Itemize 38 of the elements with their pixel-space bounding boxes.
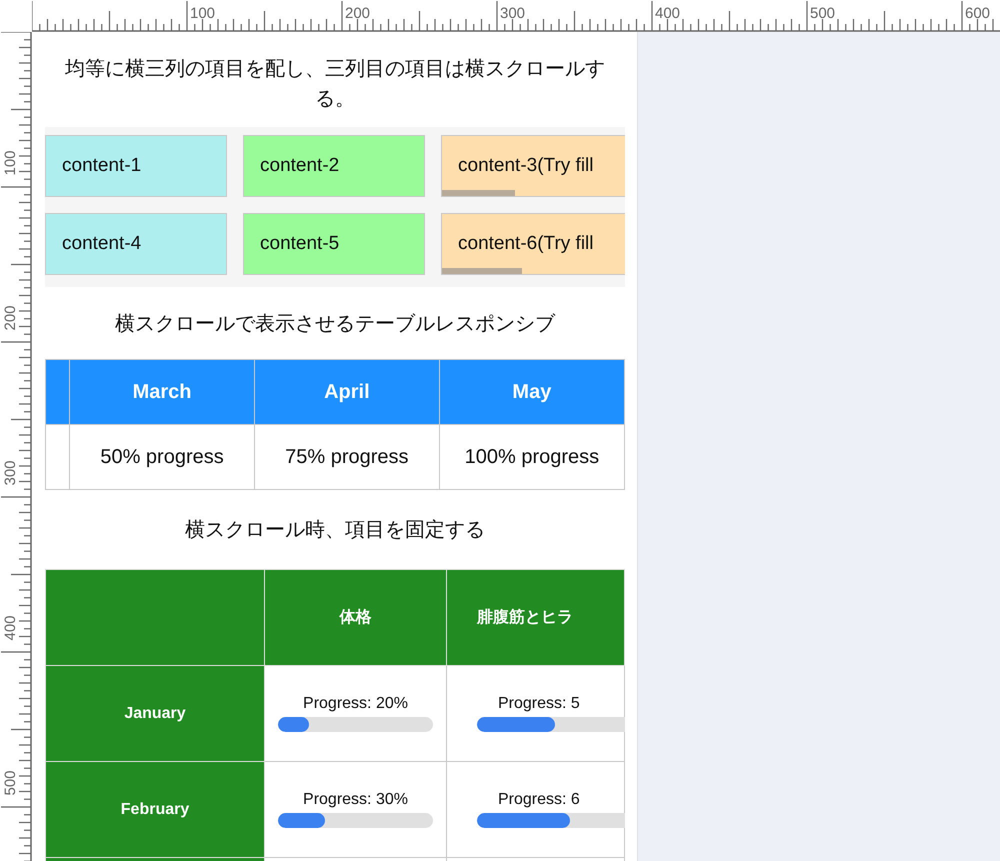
progress-label: Progress: 30% <box>303 791 408 809</box>
card-text: content-4 <box>62 233 142 255</box>
ruler-label: 200 <box>3 304 19 333</box>
table-header-cell <box>46 360 70 424</box>
ruler-label: 400 <box>3 614 19 643</box>
ruler-label: 100 <box>3 149 19 178</box>
card-text: content-5 <box>260 233 340 255</box>
table-header-cell: April <box>254 360 440 424</box>
table-cell <box>46 424 70 490</box>
ruler-label: 500 <box>810 6 836 22</box>
table-header-cell: March <box>70 360 254 424</box>
table-cell: 100% progress <box>439 424 624 490</box>
row-header-cell: January <box>46 666 264 762</box>
progress-label: Progress: 6 <box>497 791 580 809</box>
progress-label: Progress: 20% <box>303 695 408 713</box>
card-text: content-1 <box>62 155 142 177</box>
section-heading: 横スクロール時、項目を固定する <box>184 518 486 543</box>
table-cell: 50% progress <box>70 424 254 490</box>
section-heading: 均等に横三列の項目を配し、三列目の項目は横スクロールする。 <box>64 57 606 112</box>
table-header-cell: 体格 <box>264 570 446 666</box>
ruler-label: 500 <box>3 769 19 798</box>
table-header-cell: 腓腹筋とヒラ <box>446 570 624 666</box>
card-text: content-2 <box>260 155 340 177</box>
card-text: content-3(Try fill <box>458 155 594 177</box>
ruler-label: 100 <box>190 6 216 22</box>
scrollbar-thumb[interactable] <box>442 190 515 196</box>
ruler-label: 300 <box>500 6 526 22</box>
card-text: content-6(Try fill <box>458 233 594 255</box>
section-heading: 横スクロールで表示させるテーブルレスポンシブ <box>114 312 556 337</box>
table-header-cell: May <box>439 360 624 424</box>
row-header-cell: February <box>46 762 264 858</box>
ruler-label: 200 <box>345 6 370 22</box>
table-cell: 75% progress <box>254 424 440 490</box>
scrollbar-thumb[interactable] <box>442 268 522 274</box>
progress-label: Progress: 5 <box>497 695 580 713</box>
ruler-label: 300 <box>3 459 19 488</box>
ruler-label: 400 <box>655 6 680 22</box>
ruler-label: 600 <box>965 6 990 22</box>
